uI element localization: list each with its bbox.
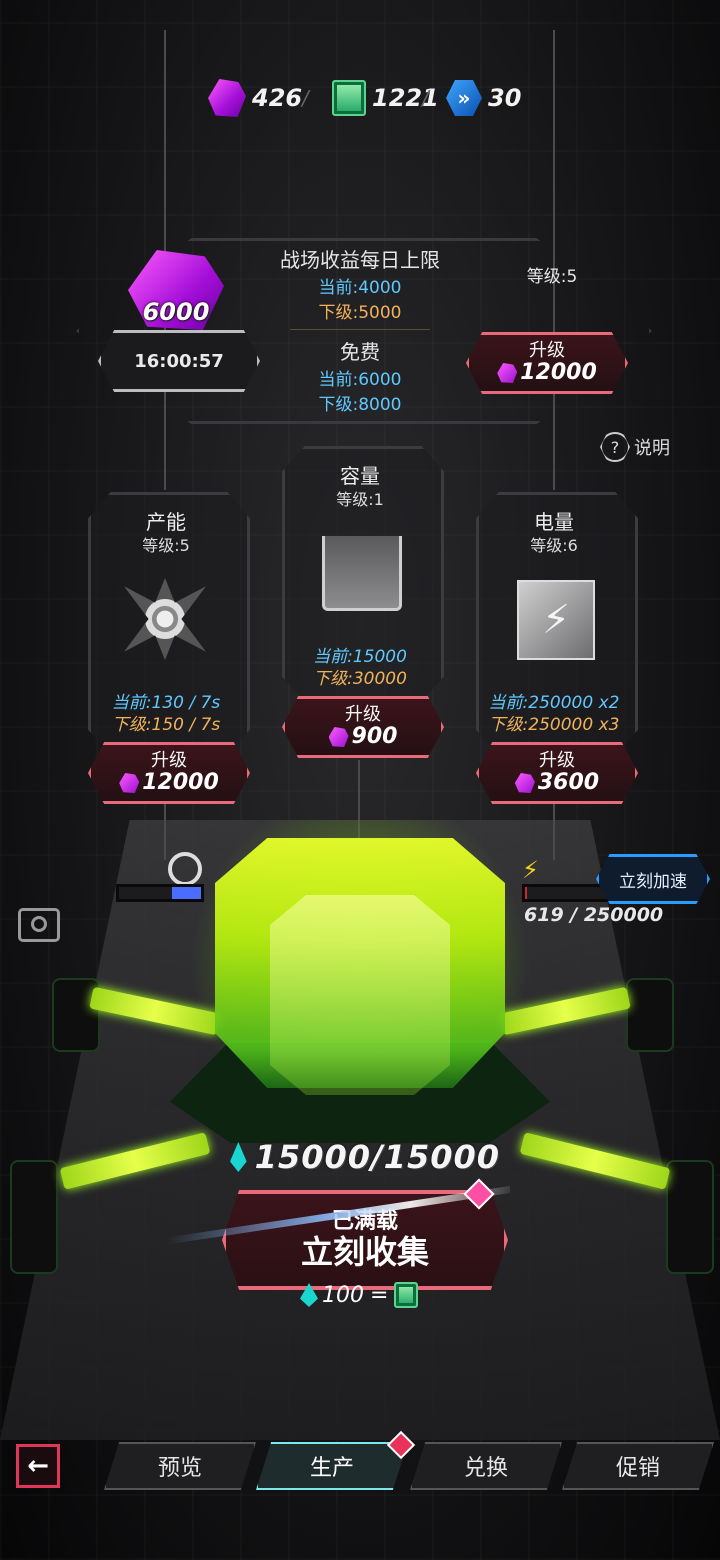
capacity-upgrade-button[interactable]: 升级 900: [282, 696, 444, 758]
battlefield-level: 等级:5: [526, 267, 578, 287]
production-title: 产能: [146, 510, 186, 534]
upgrade-label: 升级: [529, 340, 565, 361]
water-drop-icon: [230, 1142, 247, 1172]
currency-tickets[interactable]: » 30: [446, 78, 521, 118]
purple-gem-icon: [208, 79, 246, 117]
tab-label: 预览: [157, 1456, 202, 1481]
storage-value: 15000/15000: [254, 1138, 500, 1176]
wire: [553, 800, 555, 860]
purple-gem-icon: [497, 363, 518, 383]
tab-label: 兑换: [463, 1456, 508, 1481]
green-scroll-icon: [394, 1282, 419, 1308]
back-arrow-icon: ←: [27, 1451, 49, 1481]
free-title: 免费: [340, 340, 380, 364]
upgrade-cost-value: 3600: [537, 770, 600, 795]
power-progress-text: 619 / 250000: [524, 904, 664, 926]
separator: /: [422, 86, 429, 110]
power-next: 下级:250000 x3: [488, 715, 620, 735]
collect-label: 立刻收集: [300, 1233, 429, 1271]
currency-value: 426: [252, 84, 303, 112]
currency-gems[interactable]: 426: [208, 78, 302, 118]
production-level: 等级:5: [142, 536, 190, 555]
purple-gem-icon: [514, 773, 535, 793]
capacity-next: 下级:30000: [313, 669, 407, 689]
upgrade-cost: 12000: [119, 771, 219, 795]
upgrade-label: 升级: [151, 750, 187, 771]
battlefield-current: 当前:4000: [318, 278, 402, 298]
production-upgrade-button[interactable]: 升级 12000: [88, 742, 250, 804]
question-icon: ?: [600, 432, 630, 462]
upgrade-cost-value: 900: [351, 724, 398, 749]
generator-pod: [666, 1160, 714, 1274]
power-upgrade-button[interactable]: 升级 3600: [476, 742, 638, 804]
capacity-level: 等级:1: [336, 490, 384, 509]
generator-pod: [10, 1160, 58, 1274]
green-scroll-icon: [332, 80, 366, 116]
power-progress-bar: [522, 884, 610, 902]
capacity-title: 容量: [340, 464, 380, 488]
upgrade-label: 升级: [345, 704, 381, 725]
battlefield-gem-amount: 6000: [142, 298, 210, 326]
battlefield-gem: 6000: [124, 250, 228, 334]
accelerate-button[interactable]: 立刻加速: [596, 854, 710, 904]
battery-lightning-icon: ⚡: [517, 580, 595, 660]
battlefield-title: 战场收益每日上限: [280, 248, 440, 272]
free-next: 下级:8000: [318, 395, 402, 415]
power-title: 电量: [534, 510, 574, 534]
battlefield-next: 下级:5000: [318, 303, 402, 323]
purple-gem-icon: [328, 727, 349, 747]
collect-button[interactable]: 已满载 立刻收集: [222, 1190, 508, 1290]
purple-gem-icon: [119, 773, 140, 793]
timer-text: 16:00:57: [134, 350, 224, 372]
upgrade-cost: 12000: [497, 361, 597, 385]
exchange-rate: 100 =: [300, 1282, 419, 1308]
wire: [164, 800, 166, 860]
battlefield-upgrade-button[interactable]: 升级 12000: [466, 332, 628, 394]
production-next: 下级:150 / 7s: [111, 715, 221, 735]
battlefield-info: 战场收益每日上限 当前:4000 下级:5000 免费 当前:6000 下级:8…: [250, 244, 470, 415]
upgrade-cost-value: 12000: [520, 360, 597, 385]
help-label: 说明: [634, 438, 670, 459]
separator: /: [302, 86, 309, 110]
rate-equals: =: [370, 1282, 389, 1308]
tab-promotion[interactable]: 促销: [562, 1442, 714, 1490]
tab-label: 生产: [309, 1456, 354, 1481]
storage-display: 15000/15000: [230, 1138, 500, 1176]
free-current: 当前:6000: [318, 370, 402, 390]
upgrade-cost: 900: [328, 724, 398, 749]
upgrade-cost: 3600: [514, 770, 600, 795]
accelerate-label: 立刻加速: [619, 871, 687, 892]
capacity-beaker-icon: [322, 536, 402, 611]
battlefield-timer: 16:00:57: [98, 330, 260, 392]
rate-amount: 100: [322, 1282, 364, 1308]
blue-chevron-hex-icon: »: [446, 80, 482, 116]
crystal-core: [270, 895, 450, 1095]
tab-production[interactable]: 生产: [256, 1442, 408, 1490]
generator-pod: [626, 978, 674, 1052]
power-level: 等级:6: [530, 536, 578, 555]
tab-preview[interactable]: 预览: [104, 1442, 256, 1490]
help-button[interactable]: ? 说明: [600, 432, 670, 462]
tab-label: 促销: [615, 1456, 660, 1481]
camera-icon[interactable]: [18, 908, 60, 942]
divider: [290, 329, 430, 330]
tab-exchange[interactable]: 兑换: [410, 1442, 562, 1490]
upgrade-label: 升级: [539, 750, 575, 771]
upgrade-cost-value: 12000: [142, 770, 219, 795]
water-drop-icon: [300, 1283, 318, 1307]
currency-value: 30: [488, 84, 522, 112]
back-button[interactable]: ←: [16, 1444, 60, 1488]
